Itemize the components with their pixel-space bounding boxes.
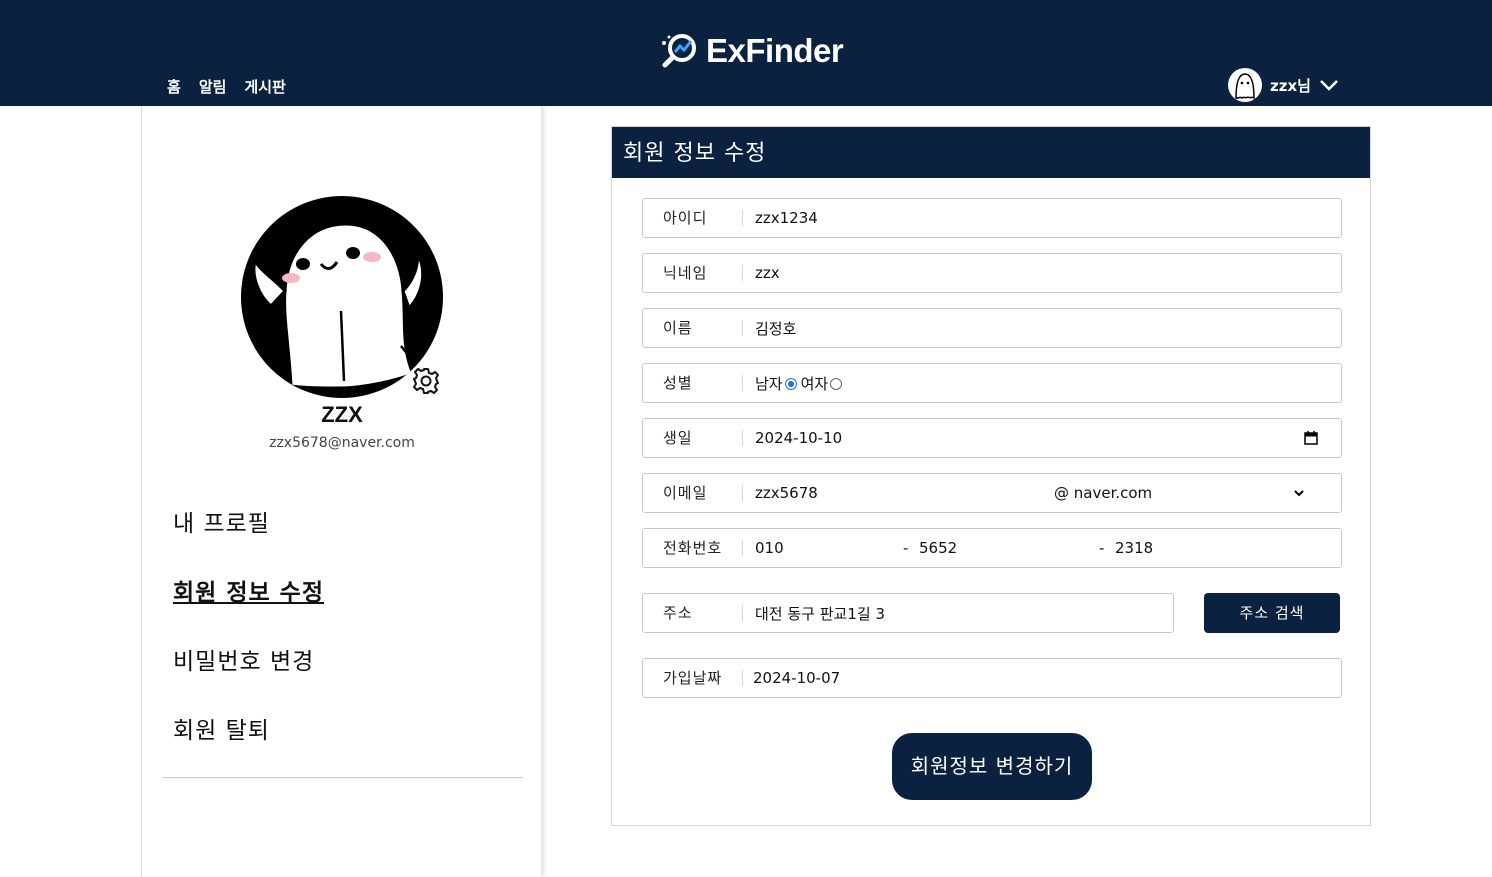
gear-icon[interactable] (409, 364, 443, 398)
birth-label: 생일 (643, 430, 743, 446)
top-header: ExFinder 홈 알림 게시판 zzx님 (0, 0, 1492, 106)
gender-row: 성별 남자 여자 (642, 363, 1342, 403)
gender-label: 성별 (643, 375, 743, 391)
profile-name: ZZX (321, 402, 363, 427)
profile-sidebar: ZZX zzx5678@naver.com 내 프로필 회원 정보 수정 비밀번… (141, 106, 541, 877)
phone-separator-2: - (1099, 539, 1105, 557)
logo[interactable]: ExFinder (660, 30, 844, 72)
address-field[interactable]: 대전 동구 판교1길 3 (743, 603, 1173, 624)
main-nav: 홈 알림 게시판 (167, 76, 286, 97)
menu-change-password[interactable]: 비밀번호 변경 (173, 642, 324, 711)
user-menu[interactable]: zzx님 (1228, 68, 1339, 102)
phone-field-2[interactable]: 5652 (919, 539, 1099, 557)
edit-info-panel: 회원 정보 수정 아이디 zzx1234 닉네임 zzx 이름 김정호 성별 남… (611, 126, 1371, 826)
birth-row: 생일 2024-10-10 (642, 418, 1342, 458)
nickname-field[interactable]: zzx (743, 264, 1341, 282)
email-local-field[interactable]: zzx5678 (743, 484, 1054, 502)
joined-row: 가입날짜 2024-10-07 (642, 658, 1342, 698)
gender-options: 남자 여자 (743, 373, 1341, 394)
address-label: 주소 (643, 605, 743, 621)
submit-button[interactable]: 회원정보 변경하기 (892, 733, 1092, 800)
address-search-button[interactable]: 주소 검색 (1204, 593, 1340, 633)
chevron-down-icon (1320, 80, 1338, 91)
joined-label: 가입날짜 (643, 670, 743, 686)
chevron-down-icon[interactable] (1293, 489, 1305, 497)
id-label: 아이디 (643, 210, 743, 226)
nav-notifications[interactable]: 알림 (199, 76, 227, 97)
phone-field-3[interactable]: 2318 (1115, 539, 1341, 557)
profile-email: zzx5678@naver.com (269, 435, 415, 451)
email-row: 이메일 zzx5678 @ naver.com (642, 473, 1342, 513)
phone-row: 전화번호 010 - 5652 - 2318 (642, 528, 1342, 568)
divider (162, 777, 523, 778)
ghost-icon (1235, 73, 1255, 100)
name-row: 이름 김정호 (642, 308, 1342, 348)
menu-edit-info[interactable]: 회원 정보 수정 (173, 573, 324, 642)
phone-field-1[interactable]: 010 (743, 539, 903, 557)
gender-female-label: 여자 (800, 374, 829, 393)
name-label: 이름 (643, 320, 743, 336)
id-field[interactable]: zzx1234 (743, 209, 1341, 227)
phone-separator-1: - (903, 539, 909, 557)
phone-label: 전화번호 (643, 540, 743, 556)
birth-field[interactable]: 2024-10-10 (743, 429, 1303, 447)
logo-text: ExFinder (706, 32, 844, 69)
nav-home[interactable]: 홈 (167, 76, 181, 97)
address-row: 주소 대전 동구 판교1길 3 (642, 593, 1174, 633)
nav-board[interactable]: 게시판 (244, 76, 285, 97)
id-row: 아이디 zzx1234 (642, 198, 1342, 238)
email-label: 이메일 (643, 485, 743, 501)
avatar (1228, 68, 1262, 102)
side-menu: 내 프로필 회원 정보 수정 비밀번호 변경 회원 탈퇴 (173, 504, 324, 780)
panel-title: 회원 정보 수정 (612, 127, 1370, 178)
nickname-label: 닉네임 (643, 265, 743, 281)
gender-female-radio[interactable] (830, 378, 843, 390)
menu-withdraw[interactable]: 회원 탈퇴 (173, 711, 324, 780)
email-domain-select[interactable]: @ naver.com (1054, 484, 1293, 502)
search-chart-icon (662, 34, 696, 68)
gender-male-radio[interactable] (784, 378, 797, 390)
nickname-row: 닉네임 zzx (642, 253, 1342, 293)
gender-male-label: 남자 (755, 374, 783, 393)
joined-value: 2024-10-07 (753, 669, 841, 687)
menu-my-profile[interactable]: 내 프로필 (173, 504, 324, 573)
name-field[interactable]: 김정호 (743, 318, 1341, 339)
user-name: zzx님 (1270, 76, 1311, 95)
calendar-icon[interactable] (1303, 430, 1319, 446)
